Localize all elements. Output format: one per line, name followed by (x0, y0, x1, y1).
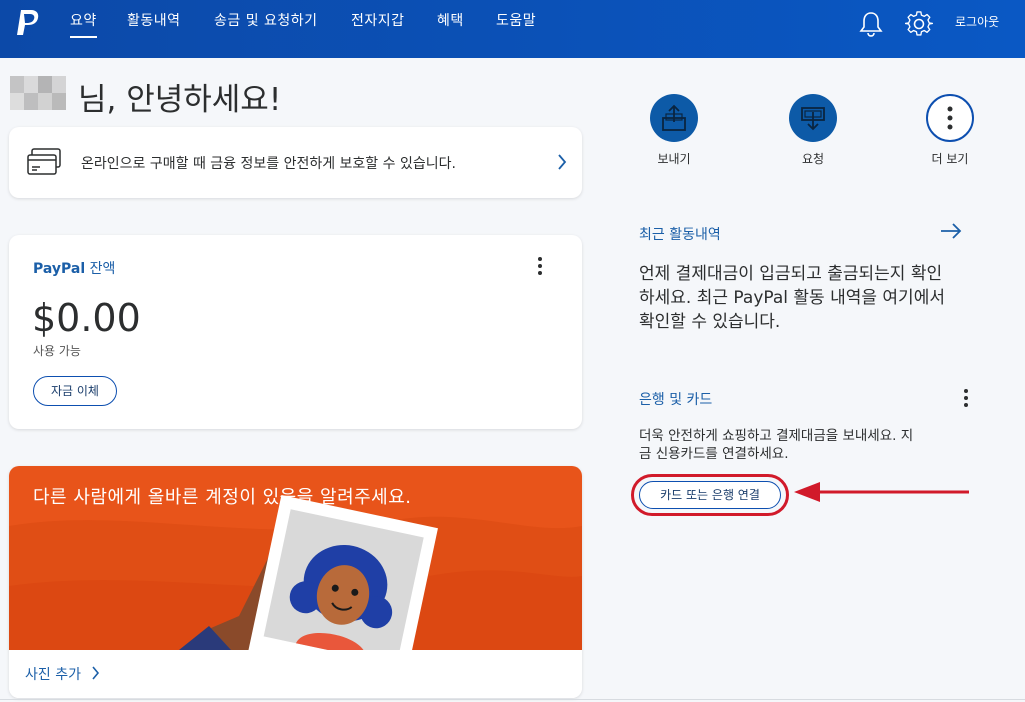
chevron-right-icon[interactable] (557, 153, 567, 171)
logout-link[interactable]: 로그아웃 (955, 13, 999, 30)
recent-activity-title[interactable]: 최근 활동내역 (639, 224, 721, 244)
bell-icon[interactable] (858, 10, 884, 38)
banks-more-icon[interactable] (964, 389, 968, 410)
nav-item-summary[interactable]: 요약 (70, 10, 97, 38)
promo-card: 다른 사람에게 올바른 계정이 있음을 알려주세요. 사진 추가 (9, 466, 582, 698)
paypal-logo[interactable] (14, 9, 40, 37)
greeting-text: 님, 안녕하세요! (78, 82, 282, 118)
secure-shopping-card[interactable]: 온라인으로 구매할 때 금융 정보를 안전하게 보호할 수 있습니다. (9, 127, 582, 198)
annotation-arrow-icon (794, 482, 969, 502)
add-photo-link[interactable]: 사진 추가 (25, 664, 101, 684)
recent-activity-line-1: 언제 결제대금이 입금되고 출금되는지 확인 (639, 264, 943, 284)
secure-shopping-text: 온라인으로 구매할 때 금융 정보를 안전하게 보호할 수 있습니다. (81, 156, 456, 172)
request-action[interactable]: 요청 (773, 94, 853, 167)
add-photo-label: 사진 추가 (25, 667, 81, 683)
banks-cards-title: 은행 및 카드 (639, 392, 713, 408)
page-divider (0, 699, 1025, 700)
balance-title-suffix: 잔액 (85, 261, 116, 277)
card-icon (27, 148, 61, 175)
recent-activity-line-3: 확인할 수 있습니다. (639, 312, 781, 332)
balance-card: PayPal 잔액 $0.00 사용 가능 자금 이체 (9, 235, 582, 429)
nav-item-wallet[interactable]: 전자지갑 (351, 10, 405, 30)
more-label: 더 보기 (931, 152, 969, 166)
send-icon[interactable] (650, 94, 698, 142)
balance-amount: $0.00 (32, 296, 141, 340)
arrow-right-icon[interactable] (940, 222, 962, 240)
recent-activity-description: 언제 결제대금이 입금되고 출금되는지 확인 하세요. 최근 PayPal 활동… (639, 262, 999, 334)
request-label: 요청 (801, 152, 825, 166)
request-icon[interactable] (789, 94, 837, 142)
banks-cards-line-1: 더욱 안전하게 쇼핑하고 결제대금을 보내세요. 지 (639, 428, 914, 444)
gear-icon[interactable] (905, 10, 933, 38)
top-nav: 요약 활동내역 송금 및 요청하기 전자지갑 혜택 도움말 로그아웃 (0, 0, 1025, 58)
send-action[interactable]: 보내기 (634, 94, 714, 167)
nav-item-help[interactable]: 도움말 (496, 10, 536, 30)
promo-title: 다른 사람에게 올바른 계정이 있음을 알려주세요. (33, 487, 412, 508)
chevron-right-icon (92, 666, 100, 680)
promo-footer: 사진 추가 (9, 650, 582, 698)
balance-brand: PayPal (33, 261, 86, 277)
blurred-username (10, 76, 66, 110)
balance-available-label: 사용 가능 (33, 344, 81, 358)
banks-cards-line-2: 금 신용카드를 연결하세요. (639, 446, 789, 462)
nav-item-send-request[interactable]: 송금 및 요청하기 (214, 10, 318, 30)
banks-cards-description: 더욱 안전하게 쇼핑하고 결제대금을 보내세요. 지 금 신용카드를 연결하세요… (639, 427, 999, 463)
balance-title: PayPal 잔액 (33, 258, 115, 278)
balance-more-icon[interactable] (538, 257, 542, 278)
annotation-highlight-oval (631, 474, 789, 516)
send-label: 보내기 (657, 152, 691, 166)
more-action[interactable]: 더 보기 (910, 94, 990, 167)
nav-item-activity[interactable]: 활동내역 (127, 10, 181, 30)
recent-activity-line-2: 하세요. 최근 PayPal 활동 내역을 여기에서 (639, 288, 945, 308)
transfer-money-button[interactable]: 자금 이체 (33, 376, 117, 406)
more-icon[interactable] (926, 94, 974, 142)
nav-item-offers[interactable]: 혜택 (437, 10, 464, 30)
